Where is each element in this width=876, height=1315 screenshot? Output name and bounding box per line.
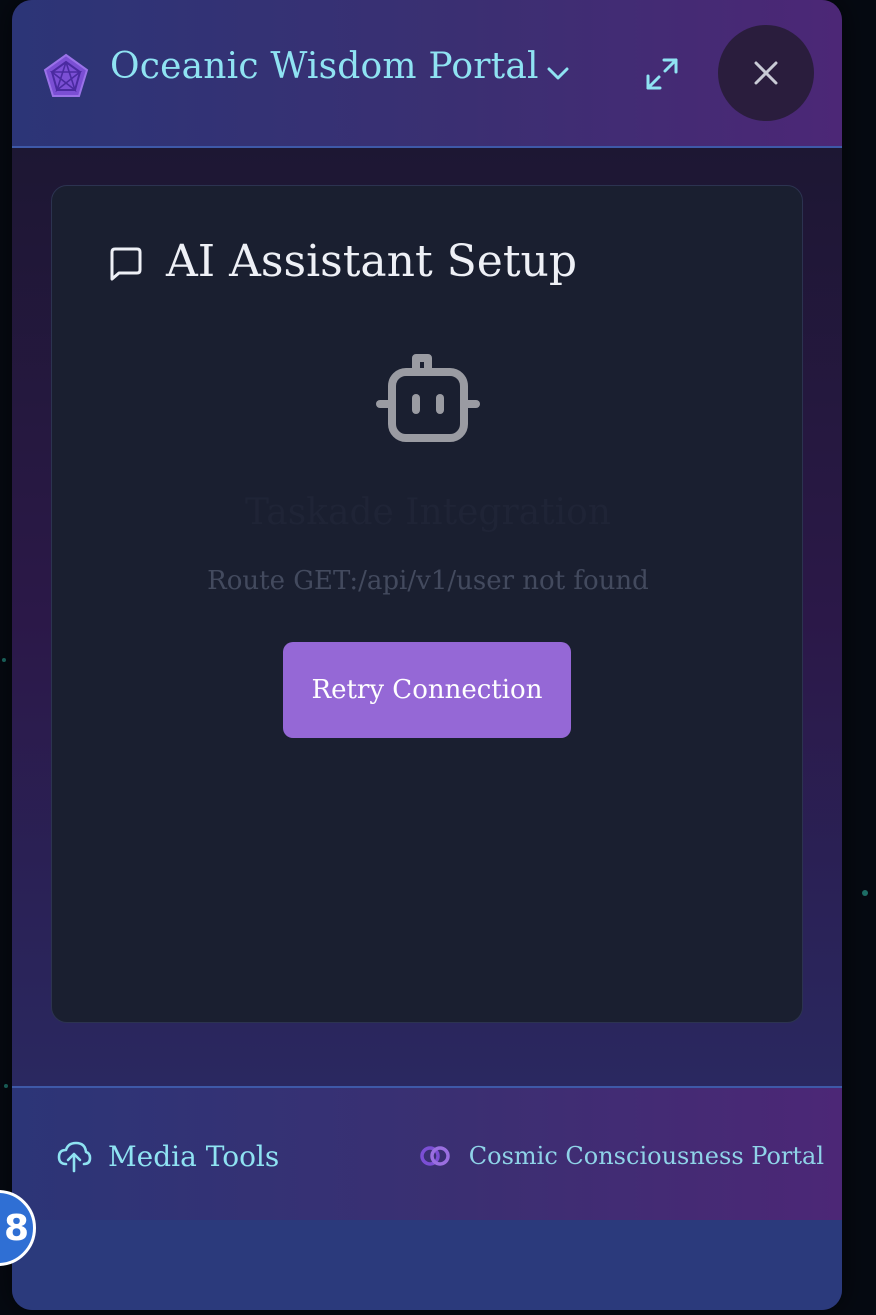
expand-button[interactable] [642, 54, 682, 94]
portal-title: Oceanic Wisdom Portal [110, 46, 539, 87]
cloud-upload-icon [57, 1141, 92, 1173]
pentagram-gem-icon [43, 53, 89, 97]
chevron-down-icon [547, 67, 569, 80]
integration-title: Taskade Integration [245, 492, 611, 533]
background-star [2, 658, 6, 662]
message-square-icon [110, 247, 142, 281]
panel-header: Oceanic Wisdom Portal [12, 0, 842, 148]
close-icon [754, 61, 778, 85]
retry-connection-button[interactable]: Retry Connection [283, 642, 571, 738]
background-star [4, 1084, 8, 1088]
panel-footer: Media Tools Cosmic Consciousness Portal [12, 1086, 842, 1220]
error-message: Route GET:/api/v1/user not found [207, 566, 649, 596]
linked-circles-icon [420, 1146, 450, 1166]
expand-icon [646, 58, 678, 90]
card-title: AI Assistant Setup [166, 236, 578, 287]
bottom-strip [12, 1220, 842, 1310]
collapse-button[interactable] [540, 56, 576, 92]
assistant-setup-card: AI Assistant Setup Taskade Integration R… [51, 185, 803, 1023]
close-button[interactable] [718, 25, 814, 121]
portal-panel: Oceanic Wisdom Portal AI Assistant Setup… [12, 0, 842, 1310]
media-tools-label: Media Tools [108, 1139, 280, 1173]
cosmic-portal-link: Cosmic Consciousness Portal [419, 1138, 824, 1174]
media-tools-button[interactable]: Media Tools [56, 1136, 279, 1176]
background-star [862, 890, 868, 896]
cosmic-portal-label: Cosmic Consciousness Portal [468, 1142, 824, 1170]
panel-body: AI Assistant Setup Taskade Integration R… [12, 148, 842, 1086]
robot-icon [376, 354, 480, 442]
